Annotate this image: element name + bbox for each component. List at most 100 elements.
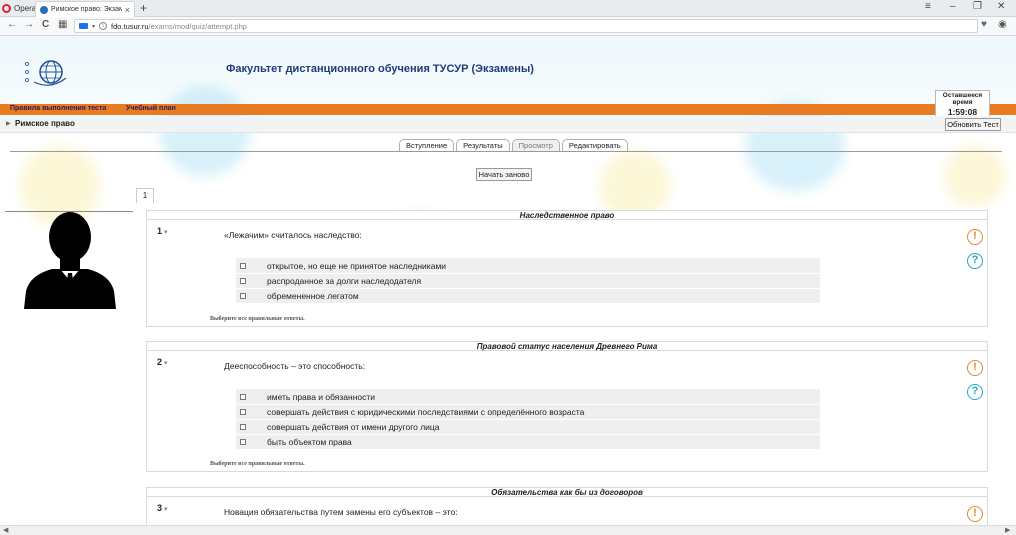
tab-title: Римское право: Экзамен (51, 6, 122, 13)
heart-icon[interactable]: ♥ (981, 19, 987, 30)
minimize-icon[interactable]: – (950, 1, 956, 12)
answer-checkbox[interactable] (240, 393, 246, 400)
scroll-right-icon[interactable]: ▶ (1005, 526, 1010, 534)
site-info-icon[interactable]: i (99, 22, 108, 30)
url-input[interactable]: ▾ i fdo.tusur.ru/exams/mod/quiz/attempt.… (74, 19, 978, 33)
question-box: 1 ▾ «Лежачим» считалось наследство: откры… (146, 220, 988, 327)
question-text: «Лежачим» считалось наследство: (224, 230, 362, 240)
answer-option[interactable]: распроданное за долги наследодателя (236, 273, 820, 288)
question-number: 2 ▾ (157, 357, 168, 367)
site-title: Факультет дистанционного обучения ТУСУР … (226, 63, 534, 75)
camera-icon[interactable] (79, 23, 88, 29)
answer-label: открытое, но еще не принятое наследникам… (267, 260, 447, 271)
answer-list: открытое, но еще не принятое наследникам… (236, 258, 820, 303)
page: Факультет дистанционного обучения ТУСУР … (0, 36, 1016, 535)
answer-option[interactable]: обремененное легатом (236, 288, 820, 303)
answer-list: иметь права и обязанности совершать дейс… (236, 389, 820, 449)
speed-dial-icon[interactable]: ▦ (58, 19, 67, 30)
user-avatar-icon (24, 212, 116, 309)
question-1: Наследственное право 1 ▾ «Лежачим» считал… (146, 210, 988, 327)
flag-icon[interactable]: ▾ (164, 229, 168, 236)
flag-icon[interactable]: ▾ (164, 506, 168, 513)
question-number-value: 2 (157, 357, 163, 367)
tab-menu-icon[interactable]: ≡ (925, 1, 931, 12)
question-box: 2 ▾ Дееспособность – это способность: име… (146, 351, 988, 472)
answer-option[interactable]: открытое, но еще не принятое наследникам… (236, 258, 820, 273)
flag-icon[interactable]: ▾ (164, 360, 168, 367)
camera-dropdown-icon[interactable]: ▾ (92, 23, 95, 30)
tabs-divider (10, 151, 1002, 152)
answer-option[interactable]: совершать действия с юридическими послед… (236, 404, 820, 419)
scroll-left-icon[interactable]: ◀ (3, 526, 8, 534)
answer-option[interactable]: быть объектом права (236, 434, 820, 449)
answer-hint: Выберите все правильные ответы. (210, 461, 305, 467)
question-category: Наследственное право (146, 210, 988, 220)
browser-tab[interactable]: Римское право: Экзамен × (35, 1, 135, 17)
answer-checkbox[interactable] (240, 424, 246, 430)
time-remaining-box: Оставшееся время 1:59:08 (935, 90, 990, 118)
close-window-icon[interactable]: ✕ (997, 1, 1005, 12)
refresh-test-button[interactable]: Обновить Тест (945, 118, 1001, 131)
tab-intro[interactable]: Вступление (399, 139, 455, 151)
browser-tab-bar: Opera Римское право: Экзамен × + ≡ – ❐ ✕ (0, 0, 1016, 17)
page-number-tab[interactable]: 1 (136, 188, 154, 203)
answer-label: совершать действия с юридическими послед… (267, 407, 585, 417)
answer-option[interactable]: иметь права и обязанности (236, 389, 820, 404)
reload-icon[interactable]: C (42, 19, 49, 30)
opera-menu-button[interactable]: Opera (2, 2, 36, 15)
restart-button[interactable]: Начать заново (476, 168, 532, 181)
tusur-logo-icon (25, 60, 67, 86)
answer-option[interactable]: совершать действия от имени другого лица (236, 419, 820, 434)
answer-checkbox[interactable] (240, 439, 246, 445)
answer-label: распроданное за долги наследодателя (267, 276, 422, 286)
answer-checkbox[interactable] (240, 409, 246, 415)
new-tab-button[interactable]: + (140, 1, 147, 15)
warning-icon[interactable]: ! (967, 360, 983, 376)
opera-menu-label: Opera (14, 4, 37, 13)
help-icon[interactable]: ? (967, 384, 983, 400)
restore-icon[interactable]: ❐ (973, 1, 982, 12)
horizontal-scrollbar[interactable]: ◀ ▶ (0, 525, 1016, 535)
quiz-tabs: Вступление Результаты Просмотр Редактиро… (399, 139, 628, 151)
answer-label: быть объектом права (267, 437, 352, 447)
answer-hint: Выберите все правильные ответы. (210, 316, 305, 322)
tab-close-icon[interactable]: × (125, 5, 130, 15)
answer-checkbox[interactable] (240, 262, 246, 269)
back-icon[interactable]: ← (7, 19, 17, 30)
answer-label: обремененное легатом (267, 291, 359, 301)
question-number: 3 ▾ (157, 503, 168, 513)
question-number-value: 3 (157, 503, 163, 513)
timer-label: Оставшееся время (942, 92, 983, 106)
answer-checkbox[interactable] (240, 293, 246, 299)
tab-edit[interactable]: Редактировать (561, 139, 628, 151)
question-text: Дееспособность – это способность: (224, 361, 366, 371)
answer-label: иметь права и обязанности (267, 391, 376, 402)
answer-label: совершать действия от имени другого лица (267, 422, 440, 432)
answer-checkbox[interactable] (240, 278, 246, 284)
question-number-value: 1 (157, 226, 163, 236)
question-category: Обязательства как бы из договоров (146, 487, 988, 497)
account-icon[interactable]: ◉ (998, 19, 1007, 30)
question-number: 1 ▾ (157, 226, 168, 236)
decor-blob (945, 146, 1005, 206)
warning-icon[interactable]: ! (967, 229, 983, 245)
rules-link[interactable]: Правила выполнения теста (10, 105, 106, 112)
warning-icon[interactable]: ! (967, 506, 983, 522)
opera-logo-icon (2, 4, 11, 13)
breadcrumb-course-link[interactable]: Римское право (15, 119, 75, 128)
favicon-icon (40, 5, 48, 14)
study-plan-link[interactable]: Учебный план (126, 105, 176, 112)
question-category: Правовой статус населения Древнего Рима (146, 341, 988, 351)
breadcrumb-arrow-icon: ▶ (6, 121, 11, 127)
orange-nav-bar: Правила выполнения теста Учебный план (0, 104, 1016, 115)
breadcrumb: ▶ Римское право (0, 116, 1016, 133)
forward-icon[interactable]: → (24, 19, 34, 30)
address-bar: ← → C ▦ ▾ i fdo.tusur.ru/exams/mod/quiz/… (0, 17, 1016, 36)
tab-preview[interactable]: Просмотр (511, 139, 560, 151)
help-icon[interactable]: ? (967, 253, 983, 269)
url-path: /exams/mod/quiz/attempt.php (148, 21, 247, 31)
url-host: fdo.tusur.ru (111, 21, 149, 31)
tab-results[interactable]: Результаты (456, 139, 510, 151)
question-2: Правовой статус населения Древнего Рима … (146, 341, 988, 472)
question-text: Новация обязательства путем замены его с… (224, 507, 458, 517)
